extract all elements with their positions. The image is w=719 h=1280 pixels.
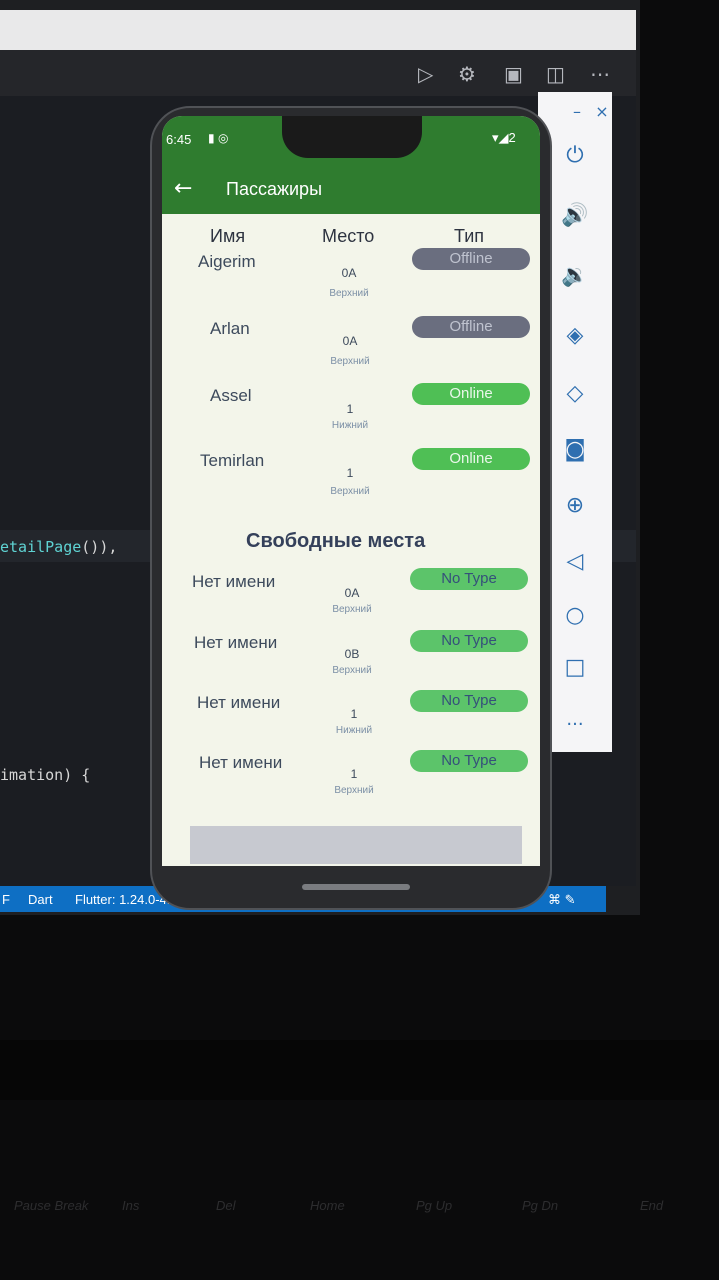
- header-type: Тип: [454, 226, 485, 246]
- free-seat-deck: Верхний: [332, 665, 372, 676]
- free-seat-deck: Нижний: [335, 725, 373, 736]
- status-signal-icons: ▾◢2: [492, 130, 516, 145]
- more-options-icon[interactable]: ...: [560, 704, 590, 734]
- key-pause-break[interactable]: Pause Break: [14, 1198, 88, 1213]
- free-seats-title: Свободные места: [246, 530, 426, 552]
- laptop-hinge: [0, 1040, 719, 1100]
- header-name: Имя: [210, 226, 246, 246]
- free-seat-name: Нет имени: [194, 633, 278, 652]
- code-fn-token: etailPage: [0, 538, 82, 556]
- passenger-name: Arlan: [210, 319, 250, 338]
- status-badge: Online: [412, 383, 530, 405]
- type-badge: No Type: [410, 630, 528, 652]
- passenger-seat: 0A: [341, 266, 357, 280]
- passenger-name: Aigerim: [198, 252, 256, 271]
- passenger-seat: 1: [346, 466, 354, 480]
- code-suffix-token: ()),: [81, 538, 118, 556]
- app-bar: ← Пассажиры: [162, 162, 540, 214]
- type-badge: No Type: [410, 750, 528, 772]
- phone-screen: 6:45 ▮ ◎ ▾◢2 ← Пассажиры Имя Место Тип A…: [162, 116, 540, 866]
- key-end[interactable]: End: [640, 1198, 663, 1213]
- key-del[interactable]: Del: [216, 1198, 236, 1213]
- key-pg-dn[interactable]: Pg Dn: [522, 1198, 558, 1213]
- status-language[interactable]: Dart: [28, 892, 53, 907]
- free-seat-number: 0B: [344, 647, 360, 661]
- type-badge: No Type: [410, 568, 528, 590]
- debug-icon[interactable]: ⚙: [458, 62, 476, 86]
- camera-icon[interactable]: ◙: [560, 434, 590, 464]
- free-seat-number: 0A: [344, 586, 360, 600]
- rotate-left-icon[interactable]: ◈: [560, 320, 590, 350]
- run-icon[interactable]: ▷: [418, 62, 433, 86]
- overview-icon[interactable]: □: [560, 652, 590, 682]
- close-icon[interactable]: ×: [592, 96, 612, 126]
- free-seat-name: Нет имени: [192, 572, 276, 591]
- status-time: 6:45: [166, 132, 192, 147]
- passenger-seat: 1: [346, 402, 354, 416]
- phone-bottom-area: [190, 826, 522, 864]
- free-seat-number: 1: [350, 767, 358, 781]
- passenger-name: Temirlan: [200, 451, 265, 470]
- free-seat-deck: Верхний: [332, 604, 372, 615]
- free-seat-number: 1: [350, 707, 358, 721]
- code-line: imation) {: [0, 766, 91, 784]
- status-right-icons[interactable]: ⌘ ✎: [548, 892, 576, 908]
- status-badge: Offline: [412, 316, 530, 338]
- ide-toolbar: [0, 50, 636, 96]
- split-editor-icon[interactable]: ◫: [546, 62, 565, 86]
- passenger-seat: 0A: [342, 334, 358, 348]
- volume-down-icon[interactable]: 🔉: [560, 260, 590, 290]
- display-notch: [282, 116, 422, 158]
- passenger-deck: Верхний: [329, 288, 369, 299]
- status-badge: Offline: [412, 248, 530, 270]
- free-seat-name: Нет имени: [197, 693, 281, 712]
- type-badge: No Type: [410, 690, 528, 712]
- key-home[interactable]: Home: [310, 1198, 345, 1213]
- back-icon[interactable]: ◁: [560, 546, 590, 576]
- header-seat: Место: [322, 226, 375, 246]
- key-pg-up[interactable]: Pg Up: [416, 1198, 452, 1213]
- ide-title-bar: [0, 10, 636, 50]
- home-indicator[interactable]: [302, 884, 410, 890]
- device-icon[interactable]: ▣: [504, 62, 523, 86]
- passenger-name: Assel: [210, 386, 252, 405]
- key-ins[interactable]: Ins: [122, 1198, 139, 1213]
- minimize-icon[interactable]: –: [562, 96, 592, 126]
- status-flutter-version[interactable]: Flutter: 1.24.0-4.: [75, 892, 170, 907]
- passenger-deck: Нижний: [331, 420, 369, 431]
- passenger-deck: Верхний: [330, 356, 370, 367]
- home-icon[interactable]: ○: [560, 600, 590, 630]
- android-status-bar: 6:45 ▮ ◎ ▾◢2: [162, 116, 540, 162]
- back-arrow-icon[interactable]: ←: [174, 176, 192, 201]
- more-icon[interactable]: ⋯: [590, 62, 610, 86]
- volume-up-icon[interactable]: 🔊: [560, 200, 590, 230]
- status-left: F: [2, 892, 10, 907]
- status-badge: Online: [412, 448, 530, 470]
- passenger-deck: Верхний: [330, 486, 370, 497]
- zoom-icon[interactable]: ⊕: [560, 490, 590, 520]
- power-icon[interactable]: ⏻: [560, 140, 590, 170]
- free-seat-deck: Верхний: [334, 785, 374, 796]
- page-title: Пассажиры: [226, 179, 323, 199]
- status-sd-icon: ▮ ◎: [208, 131, 229, 145]
- free-seat-name: Нет имени: [199, 753, 283, 772]
- rotate-right-icon[interactable]: ◇: [560, 378, 590, 408]
